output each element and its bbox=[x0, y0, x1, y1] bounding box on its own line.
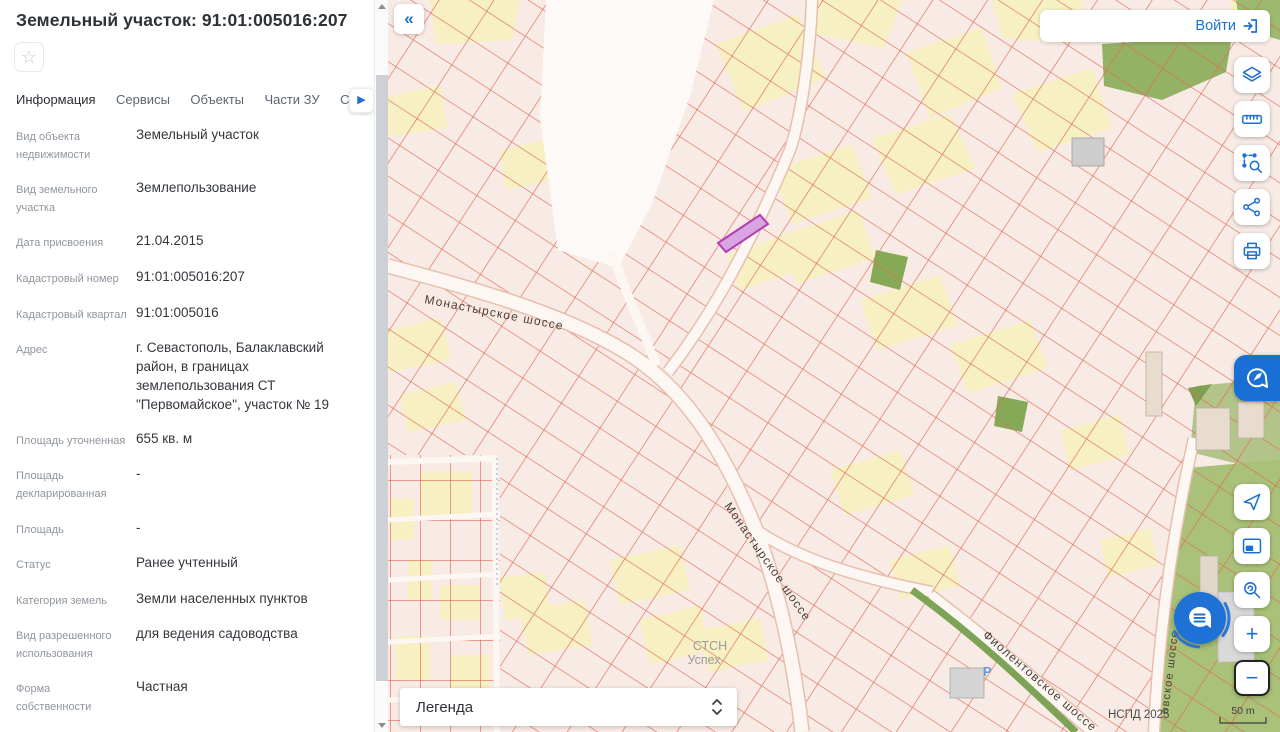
plus-icon: + bbox=[1246, 623, 1259, 645]
zoom-out-button[interactable]: − bbox=[1234, 660, 1270, 696]
login-icon bbox=[1242, 17, 1260, 35]
field-row: Кадастровый квартал 91:01:005016 bbox=[0, 304, 374, 325]
chat-bubble-icon bbox=[1186, 604, 1214, 632]
layers-icon bbox=[1241, 64, 1263, 86]
field-row: Площадь уточненная 655 кв. м bbox=[0, 430, 374, 451]
page-title: Земельный участок: 91:01:005016:207 bbox=[0, 0, 374, 31]
field-label: Статус bbox=[16, 554, 128, 575]
field-row: Площадь декларированная - bbox=[0, 465, 374, 503]
area-search-icon bbox=[1241, 152, 1263, 174]
field-label: Вид объекта недвижимости bbox=[16, 126, 128, 164]
printer-icon bbox=[1241, 240, 1263, 262]
layers-button[interactable] bbox=[1234, 57, 1270, 93]
tab-information[interactable]: Информация bbox=[16, 86, 96, 116]
field-value: 655 кв. м bbox=[128, 430, 356, 451]
attribution: НСПД 2025 bbox=[1108, 709, 1169, 721]
field-label: Площадь декларированная bbox=[16, 465, 128, 503]
field-value: - bbox=[128, 465, 356, 503]
legend-label: Легенда bbox=[416, 699, 473, 716]
chatbot-button[interactable] bbox=[1174, 592, 1226, 644]
area-search-button[interactable] bbox=[1234, 145, 1270, 181]
chevron-right-icon: ▶ bbox=[357, 94, 365, 106]
field-value: Землепользование bbox=[128, 179, 356, 217]
field-value: Частная bbox=[128, 678, 356, 716]
print-button[interactable] bbox=[1234, 233, 1270, 269]
field-row: Статус Ранее учтенный bbox=[0, 554, 374, 575]
tab-bar: Информация Сервисы Объекты Части ЗУ Сост… bbox=[0, 86, 374, 116]
field-row: Площадь - bbox=[0, 519, 374, 540]
share-icon bbox=[1241, 196, 1263, 218]
field-value: Земли населенных пунктов bbox=[128, 590, 356, 611]
field-row: Адрес г. Севастополь, Балаклавский район… bbox=[0, 339, 374, 415]
field-value: Ранее учтенный bbox=[128, 554, 356, 575]
login-label: Войти bbox=[1195, 18, 1236, 34]
field-label: Площадь bbox=[16, 519, 128, 540]
field-label: Площадь уточненная bbox=[16, 430, 128, 451]
feedback-bubble-icon bbox=[1244, 365, 1270, 391]
field-label: Категория земель bbox=[16, 590, 128, 611]
field-row: Категория земель Земли населенных пункто… bbox=[0, 590, 374, 611]
field-value: Земельный участок bbox=[128, 126, 356, 164]
field-value: для ведения садоводства bbox=[128, 625, 356, 663]
parcel-info-panel: Земельный участок: 91:01:005016:207 ☆ Ин… bbox=[0, 0, 374, 732]
ruler-icon bbox=[1241, 108, 1263, 130]
field-list: Вид объекта недвижимости Земельный участ… bbox=[0, 126, 374, 732]
field-value: - bbox=[128, 519, 356, 540]
scroll-down-arrow-icon[interactable] bbox=[375, 718, 389, 732]
field-value: г. Севастополь, Балаклавский район, в гр… bbox=[128, 339, 356, 415]
star-icon: ☆ bbox=[21, 47, 37, 67]
collapse-panel-button[interactable]: « bbox=[394, 4, 424, 34]
field-row: Вид разрешенного использования для веден… bbox=[0, 625, 374, 663]
map-canvas[interactable]: Монастырское шоссе Монастырское шоссе Фи… bbox=[388, 0, 1280, 732]
field-row: Форма собственности Частная bbox=[0, 678, 374, 716]
field-label: Кадастровый номер bbox=[16, 268, 128, 289]
field-label: Вид земельного участка bbox=[16, 179, 128, 217]
zoom-to-object-icon bbox=[1241, 579, 1263, 601]
zoom-to-object-button[interactable] bbox=[1234, 572, 1270, 608]
field-label: Дата присвоения bbox=[16, 232, 128, 253]
tabs-scroll-right-button[interactable]: ▶ bbox=[349, 88, 374, 113]
overview-map-icon bbox=[1241, 535, 1263, 557]
double-chevron-left-icon: « bbox=[404, 9, 413, 28]
favorite-button[interactable]: ☆ bbox=[14, 42, 44, 72]
chatbot-fab-wrap bbox=[1168, 586, 1232, 650]
feedback-widget-button[interactable] bbox=[1234, 355, 1280, 401]
field-label: Кадастровый квартал bbox=[16, 304, 128, 325]
field-value: 91:01:005016 bbox=[128, 304, 356, 325]
field-row: Кадастровый номер 91:01:005016:207 bbox=[0, 268, 374, 289]
login-bar[interactable]: Войти bbox=[1040, 10, 1270, 42]
parking-icon: Р bbox=[983, 664, 992, 679]
share-button[interactable] bbox=[1234, 189, 1270, 225]
field-row: Вид объекта недвижимости Земельный участ… bbox=[0, 126, 374, 164]
my-location-button[interactable] bbox=[1234, 484, 1270, 520]
tab-objects[interactable]: Объекты bbox=[190, 86, 244, 116]
field-label: Адрес bbox=[16, 339, 128, 415]
svg-text:50 m: 50 m bbox=[1231, 705, 1255, 717]
location-arrow-icon bbox=[1241, 491, 1263, 513]
tab-services[interactable]: Сервисы bbox=[116, 86, 170, 116]
nspd-cadastral-app: Земельный участок: 91:01:005016:207 ☆ Ин… bbox=[0, 0, 1280, 732]
scrollbar-thumb[interactable] bbox=[376, 75, 388, 681]
field-value: 91:01:005016:207 bbox=[128, 268, 356, 289]
field-label: Вид разрешенного использования bbox=[16, 625, 128, 663]
tab-parts[interactable]: Части ЗУ bbox=[264, 86, 319, 116]
svg-text:СТСН: СТСН bbox=[693, 639, 727, 653]
field-row: Вид земельного участка Землепользование bbox=[0, 179, 374, 217]
scroll-up-arrow-icon[interactable] bbox=[375, 0, 389, 14]
overview-map-button[interactable] bbox=[1234, 528, 1270, 564]
field-label: Форма собственности bbox=[16, 678, 128, 716]
zoom-in-button[interactable]: + bbox=[1234, 616, 1270, 652]
svg-text:Успех: Успех bbox=[687, 653, 721, 667]
panel-scrollbar[interactable] bbox=[374, 0, 388, 732]
field-value: 21.04.2015 bbox=[128, 232, 356, 253]
expand-collapse-icon bbox=[711, 698, 723, 716]
legend-toggle[interactable]: Легенда bbox=[400, 688, 737, 726]
cadastral-map-layer: Монастырское шоссе Монастырское шоссе Фи… bbox=[388, 0, 1280, 732]
measure-button[interactable] bbox=[1234, 101, 1270, 137]
field-row: Дата присвоения 21.04.2015 bbox=[0, 232, 374, 253]
minus-icon: − bbox=[1246, 667, 1259, 689]
